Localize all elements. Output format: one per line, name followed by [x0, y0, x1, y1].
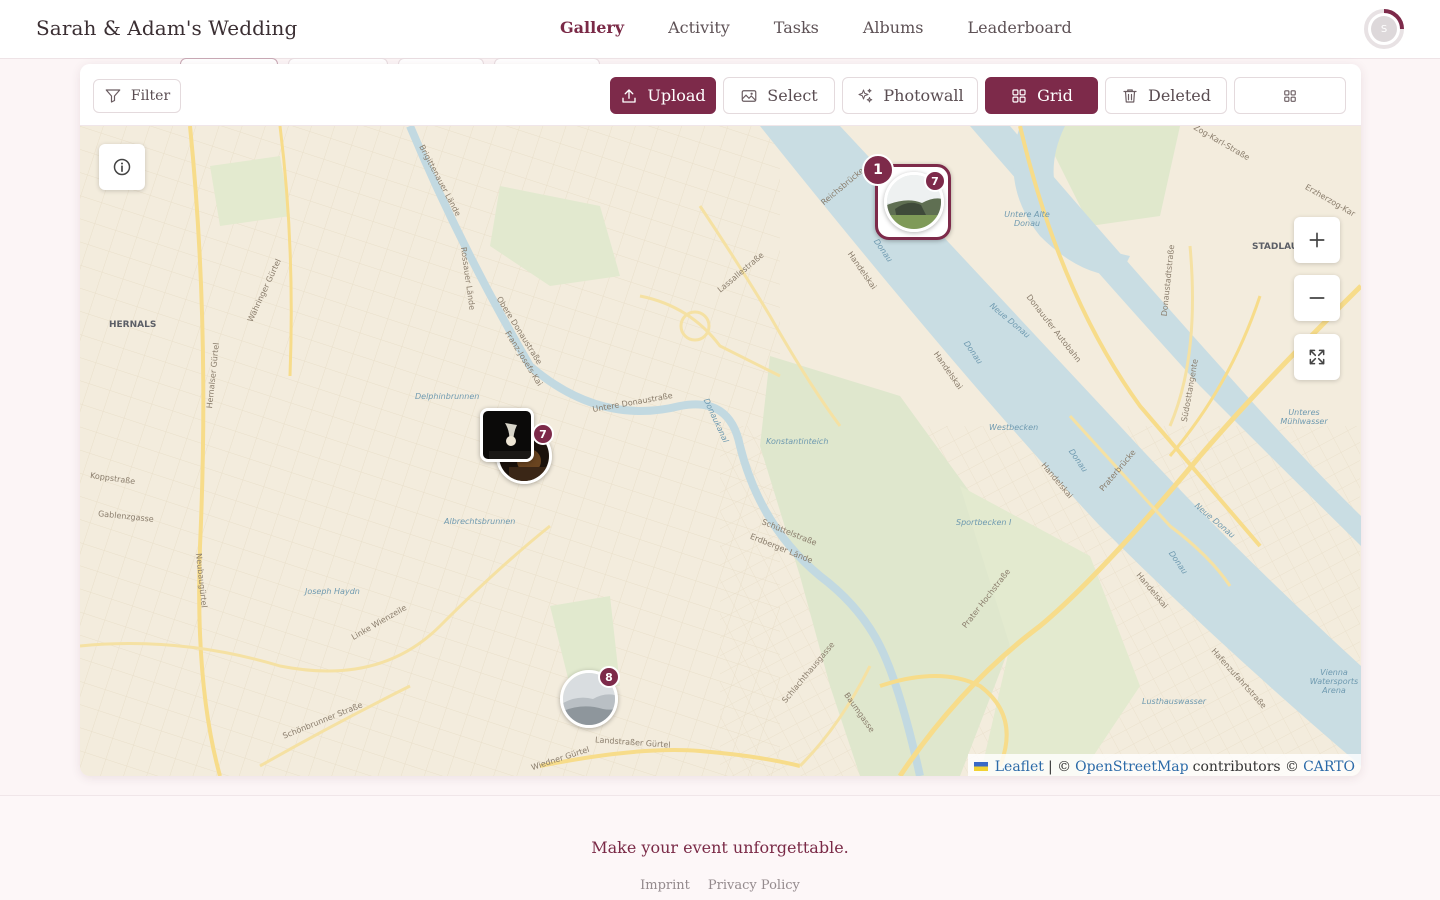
attribution-separator: | ©: [1047, 758, 1072, 775]
carto-link[interactable]: CARTO: [1303, 759, 1355, 775]
footer-tagline: Make your event unforgettable.: [591, 838, 849, 857]
deleted-label: Deleted: [1147, 86, 1212, 105]
main-nav: Gallery Activity Tasks Albums Leaderboar…: [560, 18, 1072, 37]
photo-cluster[interactable]: 1 7: [862, 154, 958, 250]
map-label: STADLAU: [1252, 242, 1299, 252]
privacy-policy-link[interactable]: Privacy Policy: [708, 878, 800, 893]
osm-link[interactable]: OpenStreetMap: [1075, 759, 1189, 775]
photowall-label: Photowall: [883, 86, 964, 105]
grid-button[interactable]: Grid: [985, 77, 1098, 114]
map-label: Untere Alte Donau: [1004, 210, 1050, 228]
map-attribution: Leaflet | © OpenStreetMap contributors ©…: [967, 754, 1361, 776]
nav-tasks[interactable]: Tasks: [774, 18, 819, 37]
layout-toggle-button[interactable]: [1234, 77, 1346, 114]
cluster-count-badge: 8: [598, 666, 620, 688]
photo-thumbnail: [480, 408, 534, 462]
info-icon: [113, 158, 131, 176]
nav-activity[interactable]: Activity: [668, 18, 730, 37]
trash-icon: [1123, 88, 1137, 103]
user-avatar-button[interactable]: S: [1363, 8, 1405, 50]
imprint-link[interactable]: Imprint: [640, 878, 690, 893]
gallery-toolbar: Filter Upload Select Photowall Grid Dele…: [80, 64, 1361, 126]
ukraine-flag-icon: [973, 762, 988, 771]
map-label: HERNALS: [109, 320, 157, 330]
map-label: Delphinbrunnen: [415, 392, 480, 401]
nav-albums[interactable]: Albums: [863, 18, 924, 37]
map-label: Unteres Mühlwasser: [1280, 408, 1328, 426]
zoom-in-button[interactable]: [1294, 217, 1340, 263]
plus-icon: [1309, 232, 1325, 248]
filter-label: Filter: [130, 88, 171, 104]
deleted-button[interactable]: Deleted: [1105, 77, 1227, 114]
map-label: Albrechtsbrunnen: [444, 517, 516, 526]
minus-icon: [1309, 297, 1325, 299]
event-title[interactable]: Sarah & Adam's Wedding: [36, 16, 297, 40]
map-info-button[interactable]: [99, 144, 145, 190]
filter-button[interactable]: Filter: [93, 79, 181, 113]
select-button[interactable]: Select: [723, 77, 835, 114]
nav-leaderboard[interactable]: Leaderboard: [967, 18, 1071, 37]
map-label: Konstantinteich: [766, 437, 829, 446]
filter-icon: [105, 89, 121, 103]
page-footer: Make your event unforgettable. Imprint P…: [0, 795, 1440, 900]
map-label: Lusthauswasser: [1142, 697, 1207, 706]
upload-icon: [622, 88, 637, 103]
grid-label: Grid: [1037, 86, 1073, 105]
map-label: Westbecken: [989, 423, 1039, 432]
footer-links: Imprint Privacy Policy: [0, 878, 1440, 893]
cluster-count-badge: 7: [924, 170, 946, 192]
gallery-panel: Filter Upload Select Photowall Grid Dele…: [80, 64, 1361, 776]
sparkles-icon: [858, 88, 873, 103]
map-label: Vienna Watersports Arena: [1309, 668, 1359, 695]
photo-cluster[interactable]: 7: [478, 408, 560, 488]
grid-small-icon: [1284, 89, 1296, 102]
map-label: Sportbecken I: [956, 518, 1012, 527]
upload-label: Upload: [647, 86, 706, 105]
nav-gallery[interactable]: Gallery: [560, 18, 624, 37]
cluster-count-badge: 7: [532, 423, 554, 445]
photo-cluster[interactable]: 8: [558, 666, 624, 730]
grid-icon: [1012, 88, 1026, 103]
attribution-contributors: contributors ©: [1192, 758, 1300, 775]
image-icon: [741, 89, 757, 102]
night-photo-image: [483, 411, 531, 459]
photo-map[interactable]: HERNALS STADLAU Delphinbrunnen Albrechts…: [80, 126, 1361, 776]
select-label: Select: [767, 86, 818, 105]
leaflet-link[interactable]: Leaflet: [995, 759, 1044, 775]
map-tiles: [80, 126, 1361, 776]
upload-button[interactable]: Upload: [610, 77, 716, 114]
fullscreen-button[interactable]: [1294, 334, 1340, 380]
top-header: Sarah & Adam's Wedding Gallery Activity …: [0, 0, 1440, 59]
cluster-group-count-badge: 1: [862, 154, 894, 186]
avatar: S: [1371, 16, 1397, 42]
expand-icon: [1309, 349, 1325, 365]
map-label: Joseph Haydn: [305, 587, 360, 596]
photowall-button[interactable]: Photowall: [842, 77, 978, 114]
zoom-out-button[interactable]: [1294, 275, 1340, 321]
